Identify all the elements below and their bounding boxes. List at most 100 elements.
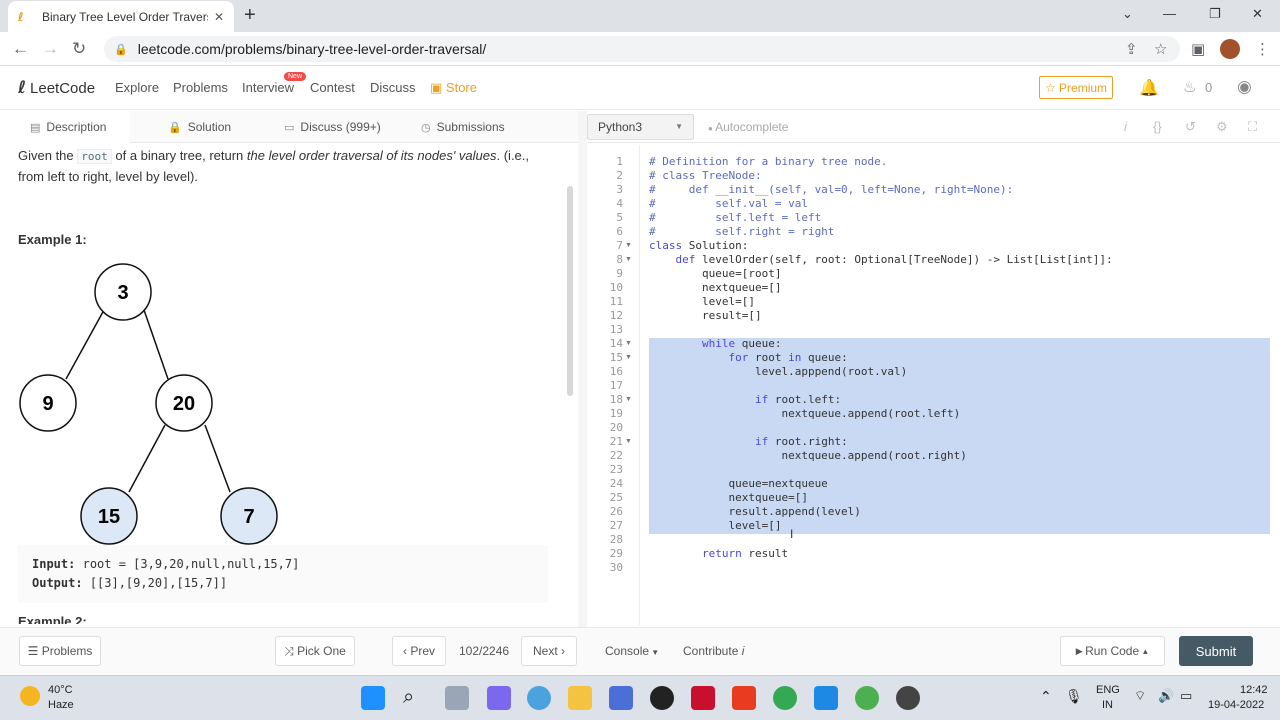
tab-solution[interactable]: 🔒 Solution [168,111,231,143]
binary-tree-diagram: 3 9 20 15 7 [19,263,278,545]
reset-code-icon[interactable]: ↺ [1185,119,1196,135]
reload-icon[interactable]: ↻ [72,39,86,59]
fold-arrow-icon[interactable]: ▼ [625,340,632,347]
user-account-icon[interactable]: ◉ [1237,77,1252,97]
sidebar-icon[interactable]: ▣ [1191,40,1205,58]
code-line: if root.left: [754,393,842,406]
close-tab-icon[interactable]: ✕ [214,10,224,24]
chrome-icon[interactable] [773,686,797,710]
task-view-icon[interactable] [445,686,469,710]
tree-node: 9 [19,374,77,432]
tab-submissions[interactable]: ◷ Submissions [421,111,505,143]
submit-button[interactable]: Submit [1179,636,1253,666]
example-input: Input: root = [3,9,20,null,null,15,7] [32,555,534,574]
share-icon[interactable]: ⇪ [1125,40,1138,58]
tab-description[interactable]: ▤ Description [0,111,130,143]
leetcode-logo[interactable]: ℓ LeetCode [18,78,95,98]
todo-icon[interactable] [814,686,838,710]
browser-tab[interactable]: ℓ Binary Tree Level Order Traversal ✕ [8,1,234,32]
premium-label: Premium [1059,80,1108,95]
run-code-button[interactable]: ▶ Run Code ▲ [1060,636,1165,666]
prev-button[interactable]: ‹ Prev [392,636,446,666]
notification-bell-icon[interactable]: 🔔 [1139,78,1159,98]
bookmark-star-icon[interactable]: ☆ [1154,40,1167,58]
url-field[interactable]: 🔒 leetcode.com/problems/binary-tree-leve… [104,36,1180,62]
problem-tabs: ▤ Description 🔒 Solution ▭ Discuss (999+) ◷… [0,111,578,143]
fold-arrow-icon[interactable]: ▼ [625,256,632,263]
nav-explore[interactable]: Explore [115,80,159,95]
code-line: # self.right = right [649,225,835,238]
description-scrollbar[interactable] [567,186,573,396]
fullscreen-icon[interactable]: ⛶ [1248,119,1257,135]
back-icon[interactable]: ← [12,39,29,59]
language-indicator-2[interactable]: IN [1102,699,1113,711]
leetcode-favicon-icon: ℓ [18,9,24,24]
nav-problems[interactable]: Problems [173,80,228,95]
fold-arrow-icon[interactable]: ▼ [625,354,632,361]
obs-icon[interactable] [896,686,920,710]
microphone-icon[interactable]: 🎙 [1065,688,1083,705]
nav-store[interactable]: ▣ Store [430,80,477,96]
clock-time[interactable]: 12:42 [1240,684,1268,696]
windows-start-icon[interactable] [361,686,385,710]
office-icon[interactable] [732,686,756,710]
menu-dots-icon[interactable]: ⋮ [1255,40,1270,58]
tree-edge [128,424,166,493]
desc-emphasis: the level order traversal of its nodes' … [246,148,497,163]
forward-icon[interactable]: → [42,39,59,59]
inline-code-root: root [77,149,112,164]
fold-arrow-icon[interactable]: ▼ [625,242,632,249]
format-braces-icon[interactable]: {} [1153,119,1162,134]
fold-arrow-icon[interactable]: ▼ [625,396,632,403]
tab-search-icon[interactable]: ⌄ [1122,6,1133,22]
nav-discuss[interactable]: Discuss [370,80,416,95]
line-number: 28 [609,533,623,546]
store-app-icon[interactable] [609,686,633,710]
console-toggle[interactable]: Console ▼ [605,644,659,658]
fold-arrow-icon[interactable]: ▼ [625,438,632,445]
shuffle-icon: ⤨ [284,643,298,658]
chat-icon[interactable] [487,686,511,710]
github-icon[interactable] [650,686,674,710]
code-editor[interactable]: 1 2 3 4 5 6 7 ▼ 8 ▼ 9 10 11 12 13 14 ▼ 15 ▼ 16 17 18 ▼ 19 20 21 ▼ 2… [587,145,1280,625]
language-indicator-1[interactable]: ENG [1096,684,1120,696]
volume-icon[interactable]: 🔊 [1158,688,1174,704]
info-icon[interactable]: i [1124,119,1127,134]
tree-node-label: 7 [243,506,254,528]
next-button[interactable]: Next › [521,636,577,666]
autocomplete-toggle[interactable]: ● Autocomplete [708,120,788,134]
battery-icon[interactable]: ▭ [1180,688,1192,704]
profile-avatar[interactable] [1220,39,1240,59]
file-explorer-icon[interactable] [568,686,592,710]
close-window-icon[interactable]: ✕ [1252,6,1263,22]
line-number: 10 [609,281,623,294]
settings-gear-icon[interactable]: ⚙ [1216,119,1228,135]
premium-button[interactable]: ☆ Premium [1039,76,1113,99]
help-icon[interactable] [527,686,551,710]
clock-date[interactable]: 19-04-2022 [1208,699,1264,711]
next-label: Next [532,644,558,658]
pick-one-button[interactable]: ⤨ Pick One [275,636,355,666]
nav-contest[interactable]: Contest [310,80,355,95]
minimize-icon[interactable]: — [1163,6,1176,21]
new-tab-icon[interactable]: + [244,4,256,27]
line-number: 27 [609,519,623,532]
search-icon[interactable]: ⌕ [403,686,427,710]
wifi-icon[interactable]: ⌔ [1134,688,1146,704]
mcafee-icon[interactable] [691,686,715,710]
weather-sun-icon[interactable] [20,686,40,706]
tab-submissions-label: Submissions [436,120,505,134]
line-number: 9 [616,267,623,280]
contribute-link[interactable]: Contribute i [683,644,744,658]
problems-list-button[interactable]: ☰ Problems [19,636,101,666]
output-label: Output: [32,576,83,590]
chevron-up-icon[interactable]: ⌃ [1040,688,1052,705]
tree-node-highlighted: 7 [220,487,278,545]
pane-splitter[interactable] [578,111,587,634]
chrome-profile-icon[interactable] [855,686,879,710]
nav-interview[interactable]: Interview [242,80,294,95]
star-icon: ☆ [1044,80,1060,95]
maximize-icon[interactable]: ❐ [1209,6,1221,22]
language-select[interactable]: Python3 ▼ [587,114,694,140]
tab-discuss[interactable]: ▭ Discuss (999+) [284,111,381,143]
